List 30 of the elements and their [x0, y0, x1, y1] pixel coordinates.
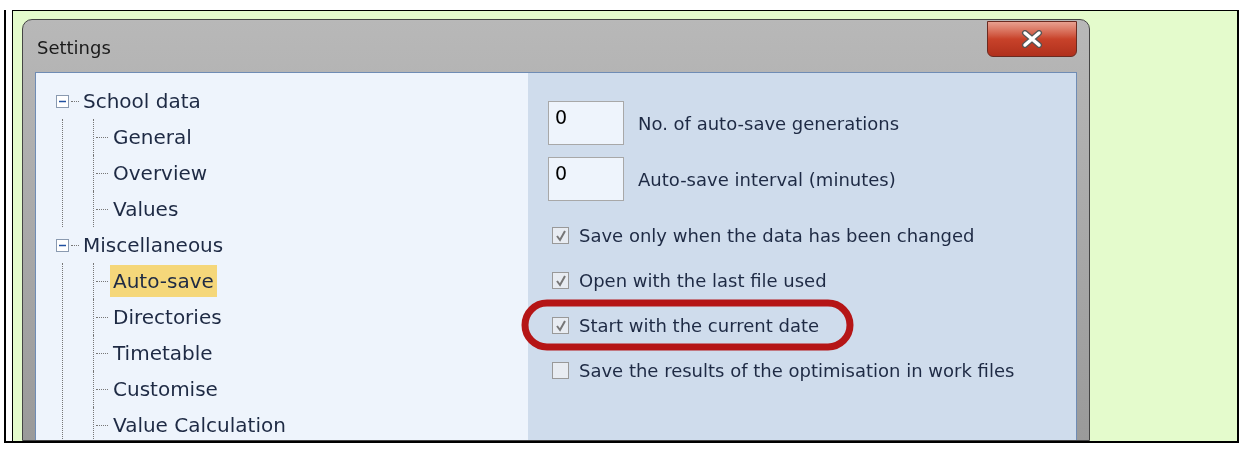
number-field[interactable]: 0 — [548, 101, 624, 145]
checkbox[interactable] — [552, 272, 569, 289]
check-icon — [554, 274, 567, 287]
number-field[interactable]: 0 — [548, 157, 624, 201]
tree-item[interactable]: Timetable — [110, 337, 216, 369]
checkbox[interactable] — [552, 362, 569, 379]
close-icon — [1021, 30, 1043, 48]
field-label: No. of auto-save generations — [638, 111, 900, 136]
tree-item[interactable]: General — [110, 121, 195, 153]
tree-item[interactable]: Customise — [110, 373, 221, 405]
tree-item[interactable]: Overview — [110, 157, 211, 189]
checkbox-label: Save only when the data has been changed — [579, 224, 975, 248]
checkbox-label: Save the results of the optimisation in work files — [579, 359, 1015, 383]
check-icon — [554, 319, 567, 332]
window-title: Settings — [37, 36, 111, 60]
check-icon — [554, 229, 567, 242]
tree-item[interactable]: School data — [81, 86, 203, 116]
tree-item[interactable]: Values — [110, 193, 182, 225]
field-label: Auto-save interval (minutes) — [638, 167, 896, 192]
checkbox[interactable] — [552, 227, 569, 244]
tree-item[interactable]: Directories — [110, 301, 225, 333]
collapse-icon[interactable] — [56, 94, 69, 108]
collapse-icon[interactable] — [56, 238, 69, 252]
checkbox[interactable] — [552, 317, 569, 334]
close-button[interactable] — [987, 21, 1077, 57]
checkbox-label: Start with the current date — [579, 314, 820, 338]
checkbox-label: Open with the last file used — [579, 269, 827, 293]
tree-item[interactable]: Auto-save — [110, 265, 217, 297]
tree-item[interactable]: Value Calculation — [110, 409, 289, 440]
tree-item[interactable]: Miscellaneous — [81, 230, 226, 260]
